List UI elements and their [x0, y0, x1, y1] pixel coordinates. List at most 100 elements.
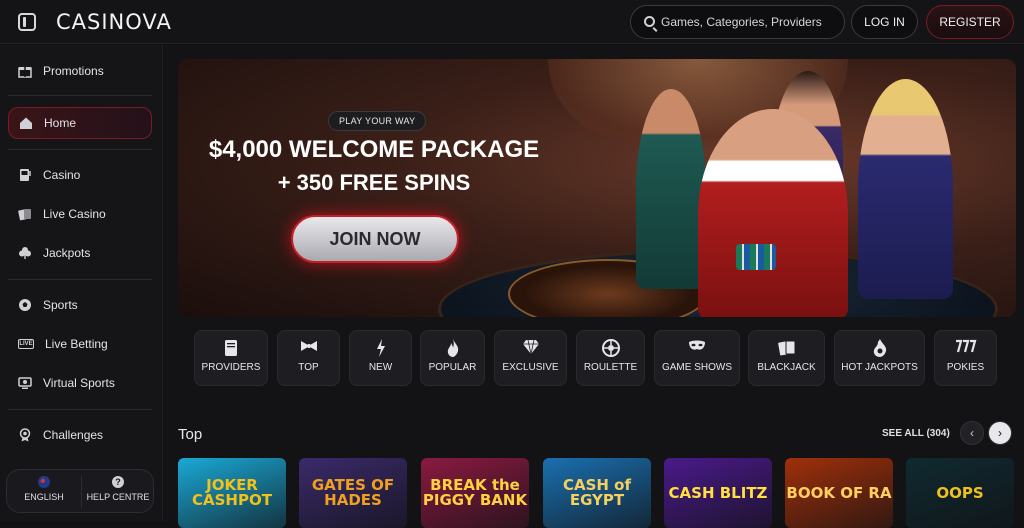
game-tile-title: BREAK the PIGGY BANK: [422, 476, 528, 509]
category-label: TOP: [298, 362, 319, 373]
join-now-button[interactable]: JOIN NOW: [291, 215, 459, 263]
language-selector[interactable]: ENGLISH: [7, 470, 81, 514]
live-icon: LIVE: [18, 339, 34, 349]
sidebar-item-label: Live Casino: [43, 207, 106, 221]
carousel-next-button[interactable]: ›: [988, 421, 1012, 445]
category-label: POKIES: [946, 362, 985, 373]
category-blackjack[interactable]: BLACKJACK: [748, 330, 825, 386]
sidebar-divider: [8, 95, 152, 96]
slot-machine-icon: [18, 168, 32, 182]
hero-tag: PLAY YOUR WAY: [328, 111, 427, 131]
hero-title-line1: $4,000 WELCOME PACKAGE: [208, 136, 540, 163]
game-tile[interactable]: BREAK the PIGGY BANK: [421, 458, 529, 528]
sidebar-item-label: Casino: [43, 168, 81, 182]
category-top[interactable]: TOP: [277, 330, 340, 386]
sidebar-divider: [8, 409, 152, 410]
game-tile[interactable]: BOOK OF RA: [785, 458, 893, 528]
main-content: PLAY YOUR WAY $4,000 WELCOME PACKAGE + 3…: [164, 45, 1024, 528]
category-label: EXCLUSIVE: [502, 362, 559, 373]
search-icon: [644, 16, 655, 27]
category-label: NEW: [368, 362, 393, 373]
help-centre-label: HELP CENTRE: [86, 492, 150, 502]
hero-banner[interactable]: PLAY YOUR WAY $4,000 WELCOME PACKAGE + 3…: [178, 59, 1016, 317]
clover-icon: [18, 246, 32, 260]
hero-figure-woman-blonde: [858, 79, 953, 299]
language-help-box: ENGLISH ? HELP CENTRE: [6, 469, 154, 513]
sidebar-item-label: Live Betting: [45, 337, 108, 351]
category-label: HOT JACKPOTS: [841, 362, 918, 373]
sidebar-item-sports[interactable]: Sports: [8, 289, 152, 321]
game-tile-title: BOOK OF RA: [786, 483, 892, 502]
sidebar-divider: [8, 149, 152, 150]
sidebar-item-label: Jackpots: [43, 246, 91, 260]
category-hot-jackpots[interactable]: HOT JACKPOTS: [834, 330, 925, 386]
carousel-prev-button[interactable]: ‹: [960, 421, 984, 445]
game-tile[interactable]: JOKER CASHPOT: [178, 458, 286, 528]
sidebar-item-label: Home: [44, 116, 77, 130]
sidebar-item-promotions[interactable]: Promotions: [8, 55, 152, 87]
sidebar-item-label: Sports: [43, 298, 78, 312]
screen-icon: [18, 376, 32, 390]
category-label: BLACKJACK: [757, 362, 816, 373]
sidebar-item-virtual-sports[interactable]: Virtual Sports: [8, 367, 152, 399]
book-icon: [195, 339, 267, 357]
sidebar-item-home[interactable]: Home: [8, 107, 152, 139]
sidebar-item-live-betting[interactable]: LIVE Live Betting: [8, 328, 152, 360]
sidebar-item-jackpots[interactable]: Jackpots: [8, 237, 152, 269]
game-tile[interactable]: CASH of EGYPT: [543, 458, 651, 528]
category-label: ROULETTE: [583, 362, 638, 373]
hero-figure-woman-green: [636, 89, 706, 289]
see-all-link[interactable]: SEE ALL (304): [882, 428, 950, 439]
playing-cards-icon: [749, 339, 824, 357]
login-button[interactable]: LOG IN: [851, 5, 918, 39]
section-title-top: Top: [178, 426, 203, 443]
mask-icon: [655, 339, 739, 357]
category-providers[interactable]: PROVIDERS: [194, 330, 268, 386]
search-input[interactable]: [661, 6, 841, 38]
sidebar: Promotions Home Casino Live Casino Jackp…: [0, 45, 163, 521]
sidebar-item-challenges[interactable]: Challenges: [8, 419, 152, 451]
soccer-ball-icon: [18, 298, 32, 312]
bowtie-icon: [278, 339, 339, 357]
game-tile[interactable]: GATES OF HADES: [299, 458, 407, 528]
home-icon: [19, 116, 33, 130]
category-roulette[interactable]: ROULETTE: [576, 330, 645, 386]
game-tile[interactable]: OOPS: [906, 458, 1014, 528]
sidebar-item-label: Challenges: [43, 428, 104, 442]
category-label: PROVIDERS: [201, 362, 261, 373]
flame-icon: [421, 339, 484, 357]
category-exclusive[interactable]: EXCLUSIVE: [494, 330, 567, 386]
diamond-icon: [495, 339, 566, 357]
hero-figure-man-red-jacket: [698, 109, 848, 317]
sidebar-toggle-icon[interactable]: [18, 13, 36, 31]
category-popular[interactable]: POPULAR: [420, 330, 485, 386]
game-tile-title: JOKER CASHPOT: [192, 476, 272, 509]
game-tile-title: CASH BLITZ: [668, 483, 768, 502]
roulette-icon: [577, 339, 644, 357]
help-icon: ?: [112, 476, 124, 488]
sevens-icon: [935, 339, 996, 357]
lightning-icon: [350, 339, 411, 357]
category-label: POPULAR: [428, 362, 477, 373]
game-tile-title: GATES OF HADES: [311, 476, 395, 509]
category-new[interactable]: NEW: [349, 330, 412, 386]
casinova-logo[interactable]: CASINOVA: [56, 10, 172, 34]
help-centre-button[interactable]: ? HELP CENTRE: [81, 470, 155, 514]
category-game-shows[interactable]: GAME SHOWS: [654, 330, 740, 386]
register-button[interactable]: REGISTER: [926, 5, 1014, 39]
category-pokies[interactable]: POKIES: [934, 330, 997, 386]
sidebar-item-casino[interactable]: Casino: [8, 159, 152, 191]
cards-icon: [18, 207, 32, 221]
game-tile[interactable]: CASH BLITZ: [664, 458, 772, 528]
sidebar-divider: [8, 279, 152, 280]
game-tile-title: CASH of EGYPT: [562, 476, 632, 509]
game-tile-title: OOPS: [936, 483, 984, 502]
medal-icon: [18, 428, 32, 442]
casino-chips-image: [736, 244, 776, 270]
search-box[interactable]: [630, 5, 845, 39]
language-label: ENGLISH: [24, 492, 64, 502]
hot-jackpot-icon: [835, 339, 924, 357]
top-bar: CASINOVA LOG IN REGISTER: [0, 0, 1024, 44]
sidebar-item-live-casino[interactable]: Live Casino: [8, 198, 152, 230]
sidebar-item-label: Promotions: [43, 64, 104, 78]
